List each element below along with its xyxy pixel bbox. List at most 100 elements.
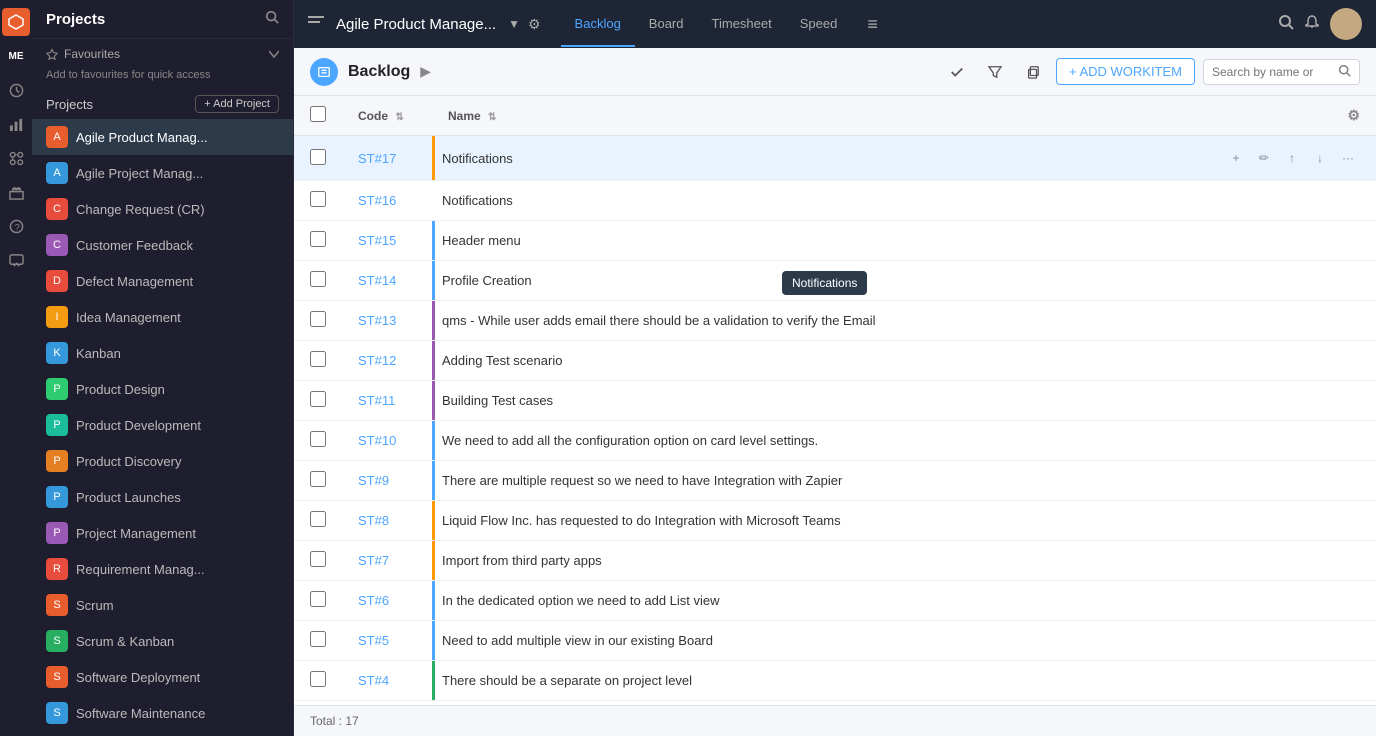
code-link[interactable]: ST#4 [358, 673, 389, 688]
sidebar-item-12[interactable]: R Requirement Manag... [32, 551, 293, 587]
row-name-cell: Liquid Flow Inc. has requested to do Int… [432, 501, 1208, 541]
notification-bell-icon[interactable] [1304, 14, 1320, 35]
row-checkbox[interactable] [310, 231, 326, 247]
code-link[interactable]: ST#7 [358, 553, 389, 568]
tab-backlog[interactable]: Backlog [561, 2, 635, 47]
name-sort-icon[interactable]: ⇅ [488, 112, 496, 123]
promote-btn[interactable]: ↑ [1280, 146, 1304, 170]
nav-tabs: BacklogBoardTimesheetSpeed [561, 2, 852, 47]
project-name-5: Idea Management [76, 310, 181, 325]
row-checkbox[interactable] [310, 551, 326, 567]
code-link[interactable]: ST#15 [358, 233, 396, 248]
user-avatar[interactable] [1330, 8, 1362, 40]
code-link[interactable]: ST#16 [358, 193, 396, 208]
clock-icon[interactable] [2, 76, 30, 104]
project-name-0: Agile Product Manag... [76, 130, 208, 145]
sidebar-item-13[interactable]: S Scrum [32, 587, 293, 623]
row-checkbox[interactable] [310, 271, 326, 287]
logo-icon[interactable] [2, 8, 30, 36]
row-checkbox[interactable] [310, 431, 326, 447]
row-code-cell: ST#9 [342, 461, 432, 501]
priority-bar [432, 661, 435, 700]
project-name-header[interactable]: Agile Product Manage... [336, 16, 496, 33]
tab-speed[interactable]: Speed [786, 2, 852, 47]
code-link[interactable]: ST#11 [358, 393, 395, 408]
sidebar-item-17[interactable]: S Software Programmi... [32, 731, 293, 736]
row-checkbox[interactable] [310, 351, 326, 367]
demote-btn[interactable]: ↓ [1308, 146, 1332, 170]
sidebar-item-11[interactable]: P Project Management [32, 515, 293, 551]
sidebar-item-15[interactable]: S Software Deployment [32, 659, 293, 695]
sidebar-projects-list: A Agile Product Manag... A Agile Project… [32, 119, 293, 736]
chart-icon[interactable] [2, 110, 30, 138]
row-checkbox[interactable] [310, 191, 326, 207]
project-name-6: Kanban [76, 346, 121, 361]
row-name-cell: Import from third party apps [432, 541, 1208, 581]
me-button[interactable]: ME [2, 42, 30, 70]
row-checkbox[interactable] [310, 511, 326, 527]
integrations-icon[interactable] [2, 144, 30, 172]
sidebar-item-4[interactable]: D Defect Management [32, 263, 293, 299]
code-sort-icon[interactable]: ⇅ [395, 112, 403, 123]
favourites-header[interactable]: Favourites [46, 47, 279, 61]
gift-icon[interactable] [2, 178, 30, 206]
tab-board[interactable]: Board [635, 2, 698, 47]
project-name-9: Product Discovery [76, 454, 181, 469]
row-checkbox[interactable] [310, 591, 326, 607]
sidebar-item-14[interactable]: S Scrum & Kanban [32, 623, 293, 659]
edit-btn[interactable]: ✏ [1252, 146, 1276, 170]
project-icon-14: S [46, 630, 68, 652]
sidebar-item-2[interactable]: C Change Request (CR) [32, 191, 293, 227]
row-checkbox[interactable] [310, 311, 326, 327]
help-icon[interactable]: ? [2, 212, 30, 240]
project-dropdown-icon[interactable]: ▼ [508, 17, 520, 31]
search-input[interactable] [1212, 65, 1332, 79]
copy-icon[interactable] [1018, 57, 1048, 87]
backlog-title: Backlog [348, 63, 410, 81]
more-btn[interactable]: ··· [1336, 146, 1360, 170]
row-name: There are multiple request so we need to… [442, 473, 842, 488]
sidebar-item-10[interactable]: P Product Launches [32, 479, 293, 515]
row-checkbox[interactable] [310, 631, 326, 647]
play-icon[interactable]: ▶ [420, 63, 431, 80]
code-link[interactable]: ST#8 [358, 513, 389, 528]
project-settings-icon[interactable]: ⚙ [528, 16, 541, 33]
search-box-icon[interactable] [1338, 64, 1351, 80]
code-link[interactable]: ST#9 [358, 473, 389, 488]
sidebar-item-9[interactable]: P Product Discovery [32, 443, 293, 479]
add-project-button[interactable]: + Add Project [195, 95, 279, 113]
sidebar-item-3[interactable]: C Customer Feedback [32, 227, 293, 263]
code-link[interactable]: ST#5 [358, 633, 389, 648]
more-options-icon[interactable]: ≡ [867, 14, 878, 35]
row-checkbox[interactable] [310, 471, 326, 487]
tab-timesheet[interactable]: Timesheet [698, 2, 786, 47]
sidebar-item-1[interactable]: A Agile Project Manag... [32, 155, 293, 191]
row-checkbox[interactable] [310, 391, 326, 407]
code-link[interactable]: ST#6 [358, 593, 389, 608]
global-search-icon[interactable] [1278, 14, 1294, 35]
priority-bar [432, 301, 435, 340]
code-link[interactable]: ST#10 [358, 433, 396, 448]
sidebar-item-0[interactable]: A Agile Product Manag... [32, 119, 293, 155]
filter-icon[interactable] [980, 57, 1010, 87]
code-link[interactable]: ST#17 [358, 151, 396, 166]
sidebar-item-7[interactable]: P Product Design [32, 371, 293, 407]
sidebar-item-6[interactable]: K Kanban [32, 335, 293, 371]
select-all-checkbox[interactable] [310, 106, 326, 122]
add-child-btn[interactable]: + [1224, 146, 1248, 170]
priority-bar [432, 581, 435, 620]
sidebar-item-8[interactable]: P Product Development [32, 407, 293, 443]
sidebar-item-16[interactable]: S Software Maintenance [32, 695, 293, 731]
checkmark-filter-icon[interactable] [942, 57, 972, 87]
chat-icon[interactable] [2, 246, 30, 274]
add-workitem-button[interactable]: + ADD WORKITEM [1056, 58, 1195, 85]
code-link[interactable]: ST#13 [358, 313, 396, 328]
code-link[interactable]: ST#12 [358, 353, 396, 368]
row-checkbox[interactable] [310, 149, 326, 165]
table-settings-icon[interactable]: ⚙ [1347, 107, 1360, 123]
sidebar-item-5[interactable]: I Idea Management [32, 299, 293, 335]
sidebar-toggle-icon[interactable] [308, 15, 324, 34]
sidebar-search-icon[interactable] [265, 10, 279, 28]
code-link[interactable]: ST#14 [358, 273, 396, 288]
row-checkbox[interactable] [310, 671, 326, 687]
